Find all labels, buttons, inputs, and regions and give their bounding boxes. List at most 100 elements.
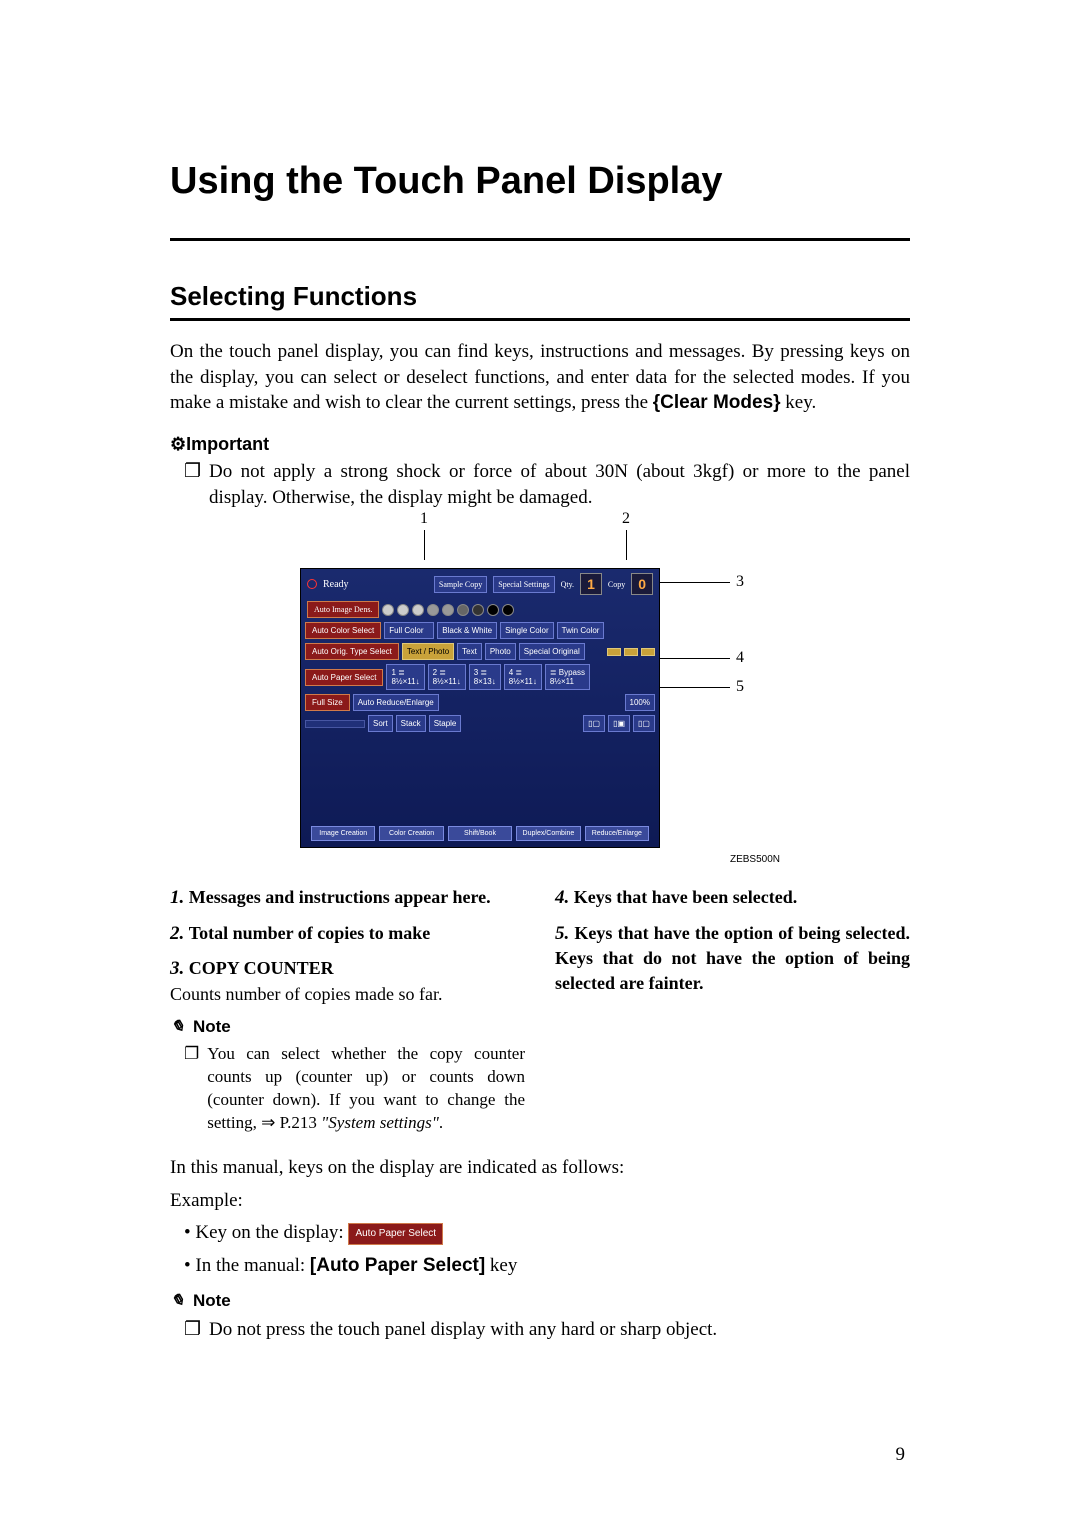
density-step-icon[interactable] xyxy=(427,604,439,616)
section-rule xyxy=(170,318,910,321)
ready-dot-icon xyxy=(307,579,317,589)
sample-copy-button[interactable]: Sample Copy xyxy=(434,576,487,593)
black-white-button[interactable]: Black & White xyxy=(437,622,497,639)
full-color-button[interactable]: Full Color xyxy=(384,622,434,639)
density-step-icon[interactable] xyxy=(472,604,484,616)
density-step-icon[interactable] xyxy=(442,604,454,616)
pencil-icon: ✎ xyxy=(168,1289,186,1313)
bullet-icon: ❐ xyxy=(184,459,201,510)
single-color-button[interactable]: Single Color xyxy=(500,622,554,639)
legend-item-3: 3. COPY COUNTER Counts number of copies … xyxy=(170,956,525,1006)
copy-counter-value: 0 xyxy=(631,573,653,595)
note1-end: . xyxy=(439,1113,443,1132)
special-original-button[interactable]: Special Original xyxy=(519,643,585,660)
legend-num: 2. xyxy=(170,923,184,944)
callout-4: 4 xyxy=(660,649,744,667)
auto-image-density-button[interactable]: Auto Image Dens. xyxy=(307,601,379,618)
callout-num: 1 xyxy=(420,510,428,527)
title-rule xyxy=(170,238,910,241)
example-label: Example: xyxy=(170,1188,910,1215)
page-title: Using the Touch Panel Display xyxy=(170,160,910,203)
special-settings-button[interactable]: Special Settings xyxy=(493,576,554,593)
stack-button[interactable]: Stack xyxy=(396,715,426,732)
auto-orig-type-button[interactable]: Auto Orig. Type Select xyxy=(305,643,399,660)
legend-col-right: 4. Keys that have been selected. 5. Keys… xyxy=(555,885,910,1155)
callout-3: 3 xyxy=(660,573,744,591)
callout-num: 3 xyxy=(736,573,744,590)
figure-stage: 1 2 3 4 5 Ready Sampl xyxy=(300,530,780,865)
legend-text: Keys that have the option of being selec… xyxy=(555,923,910,993)
gear-icon: ⚙ xyxy=(170,434,186,454)
note-bullet-1: ❐ You can select whether the copy counte… xyxy=(170,1043,525,1135)
finishing-icon[interactable]: ▯▢ xyxy=(633,715,655,732)
density-step-icon[interactable] xyxy=(412,604,424,616)
auto-color-select-button[interactable]: Auto Color Select xyxy=(305,622,381,639)
blank-button[interactable] xyxy=(305,720,365,728)
key-on-display-label: Key on the display: xyxy=(195,1222,348,1243)
legend-num: 5. xyxy=(555,923,569,944)
note-bullet-2: ❐ Do not press the touch panel display w… xyxy=(170,1317,910,1343)
finishing-icon[interactable]: ▯▣ xyxy=(608,715,630,732)
tray-1-button[interactable]: 1 ≣ 8½×11↓ xyxy=(386,664,424,690)
tab-image-creation[interactable]: Image Creation xyxy=(311,826,375,841)
density-step-icon[interactable] xyxy=(457,604,469,616)
photo-button[interactable]: Photo xyxy=(485,643,516,660)
text-photo-button[interactable]: Text / Photo xyxy=(402,643,454,660)
auto-paper-select-button[interactable]: Auto Paper Select xyxy=(305,669,383,686)
note2-text: Do not press the touch panel display wit… xyxy=(209,1317,910,1343)
orientation-icon[interactable] xyxy=(624,648,638,656)
bullet-dot-icon: • xyxy=(184,1222,191,1243)
orientation-icon[interactable] xyxy=(641,648,655,656)
tray-4-button[interactable]: 4 ≣ 8½×11↓ xyxy=(504,664,542,690)
section-heading: Selecting Functions xyxy=(170,281,910,312)
density-step-icon[interactable] xyxy=(487,604,499,616)
legend-num: 4. xyxy=(555,887,569,908)
tab-duplex-combine[interactable]: Duplex/Combine xyxy=(516,826,580,841)
finishing-icon[interactable]: ▯▢ xyxy=(583,715,605,732)
note-label: Note xyxy=(193,1017,231,1036)
legend-item-1: 1. Messages and instructions appear here… xyxy=(170,885,525,911)
callout-1: 1 xyxy=(420,510,428,560)
note-label: Note xyxy=(193,1291,231,1310)
density-step-icon[interactable] xyxy=(382,604,394,616)
copy-label: Copy xyxy=(608,580,625,589)
sort-button[interactable]: Sort xyxy=(368,715,393,732)
staple-button[interactable]: Staple xyxy=(429,715,462,732)
full-size-button[interactable]: Full Size xyxy=(305,694,350,711)
in-the-manual-key: [Auto Paper Select] xyxy=(310,1255,485,1276)
tray-3-button[interactable]: 3 ≣ 8×13↓ xyxy=(469,664,501,690)
bullet-dot-icon: • xyxy=(184,1255,191,1276)
pct-label: 100% xyxy=(625,694,655,711)
text-button[interactable]: Text xyxy=(457,643,482,660)
bypass-button[interactable]: ≣ Bypass 8½×11 xyxy=(545,664,590,690)
callout-5: 5 xyxy=(660,678,744,696)
note-heading: ✎ Note xyxy=(170,1289,910,1313)
bullet-icon: ❐ xyxy=(184,1043,199,1135)
example-item-2: • In the manual: [Auto Paper Select] key xyxy=(184,1253,910,1280)
figure-code: ZEBS500N xyxy=(300,854,780,865)
ready-label: Ready xyxy=(323,579,349,590)
legend-text: Total number of copies to make xyxy=(189,923,431,943)
auto-reduce-enlarge-button[interactable]: Auto Reduce/Enlarge xyxy=(353,694,439,711)
tray-2-button[interactable]: 2 ≣ 8½×11↓ xyxy=(428,664,466,690)
twin-color-button[interactable]: Twin Color xyxy=(557,622,605,639)
intro-text-b: key. xyxy=(785,392,816,413)
note-heading: ✎ Note xyxy=(170,1016,525,1039)
important-heading: ⚙Important xyxy=(170,434,910,455)
density-step-icon[interactable] xyxy=(502,604,514,616)
tab-reduce-enlarge[interactable]: Reduce/Enlarge xyxy=(585,826,649,841)
auto-paper-select-chip: Auto Paper Select xyxy=(348,1223,443,1245)
example-item-1: • Key on the display: Auto Paper Select xyxy=(184,1220,910,1247)
touch-panel-mock: Ready Sample Copy Special Settings Qty. … xyxy=(300,568,660,848)
important-bullet: ❐ Do not apply a strong shock or force o… xyxy=(170,459,910,510)
legend-col-left: 1. Messages and instructions appear here… xyxy=(170,885,525,1155)
in-the-manual-end: key xyxy=(490,1255,517,1276)
figure-wrap: 1 2 3 4 5 Ready Sampl xyxy=(170,530,910,865)
density-step-icon[interactable] xyxy=(397,604,409,616)
legend-item-5: 5. Keys that have the option of being se… xyxy=(555,921,910,995)
tab-color-creation[interactable]: Color Creation xyxy=(379,826,443,841)
orientation-icon[interactable] xyxy=(607,648,621,656)
tab-shift-book[interactable]: Shift/Book xyxy=(448,826,512,841)
legend-num: 3. xyxy=(170,958,184,979)
manual-line: In this manual, keys on the display are … xyxy=(170,1155,910,1182)
